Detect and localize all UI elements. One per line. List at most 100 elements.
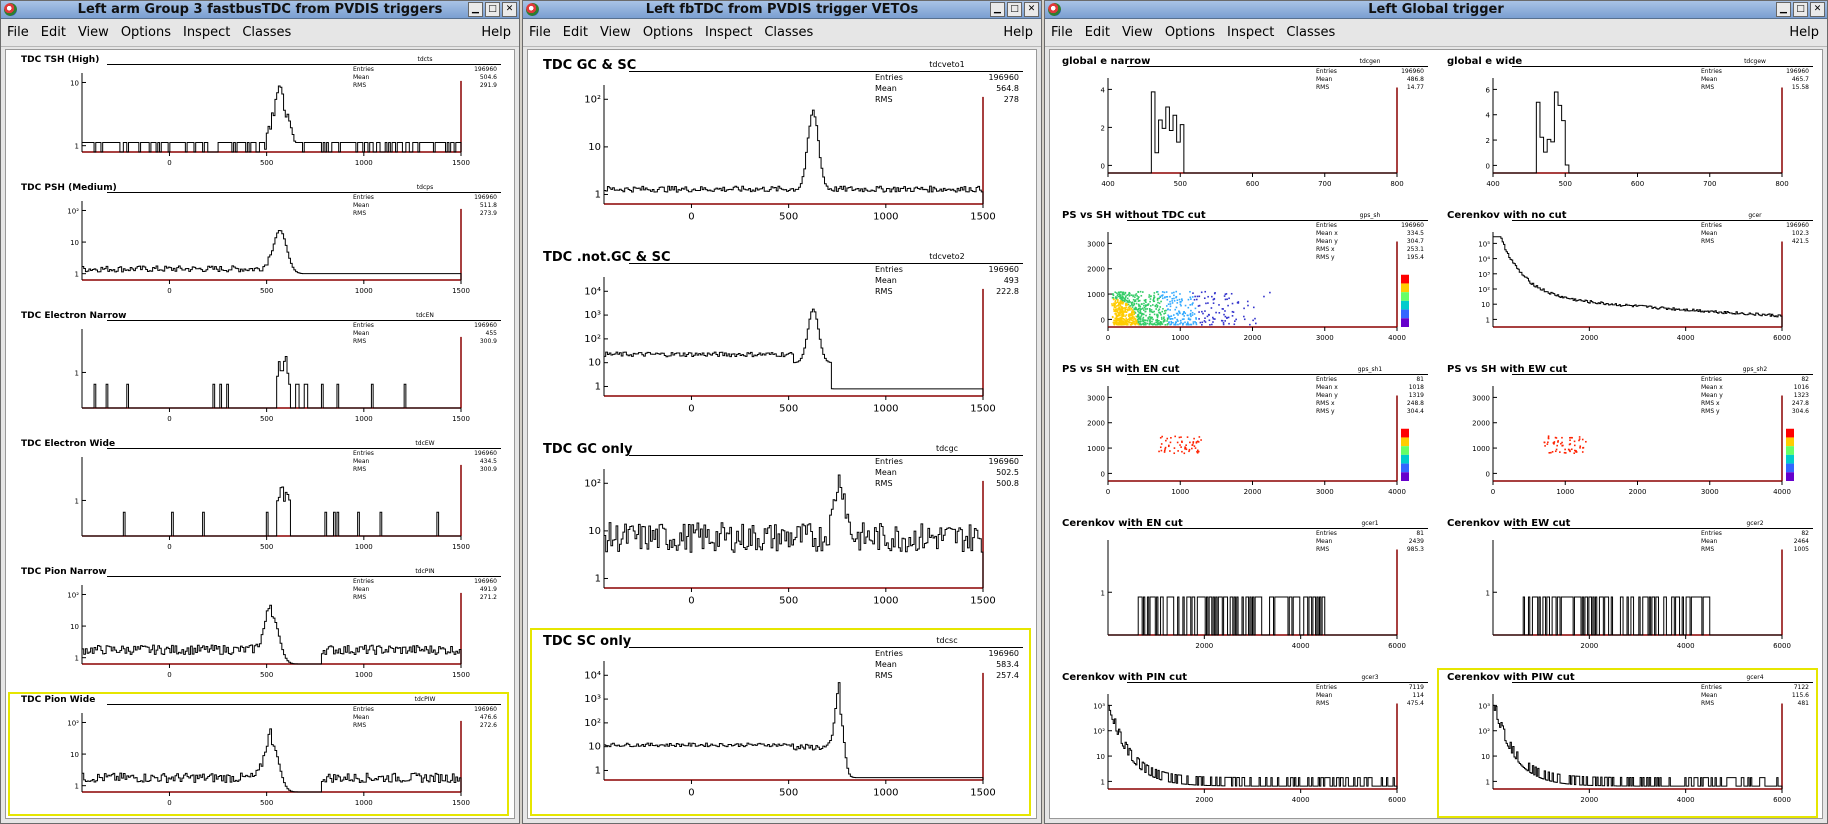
scatter-point bbox=[1157, 323, 1159, 325]
window-group3[interactable]: Left arm Group 3 fastbusTDC from PVDIS t… bbox=[0, 0, 520, 824]
scatter-point bbox=[1547, 441, 1549, 444]
histogram-pad[interactable]: Cerenkov with no cut gcer Entries 196960 Mea… bbox=[1435, 204, 1820, 358]
plot-svg: 2000 4000 6000 10⁵ 10⁴ 10³ 10² 10 1 bbox=[1478, 232, 1791, 342]
menu-edit[interactable]: Edit bbox=[1085, 25, 1110, 40]
histogram-pad[interactable]: PS vs SH with EN cut gps_sh1 Entries 81 Mean… bbox=[1050, 358, 1435, 512]
menu-edit[interactable]: Edit bbox=[41, 25, 66, 40]
histogram-pad[interactable]: TDC PSH (Medium) tdcps Entries 196960 Mean 51… bbox=[6, 178, 511, 306]
y-tick-label: 1 bbox=[75, 497, 79, 505]
scatter-point bbox=[1189, 304, 1192, 306]
window-global-trigger[interactable]: Left Global trigger ▁ □ ✕ File Edit View O… bbox=[1044, 0, 1828, 824]
scatter-point bbox=[1211, 323, 1213, 326]
menu-options[interactable]: Options bbox=[121, 25, 171, 40]
scatter-point bbox=[1129, 309, 1131, 311]
scatter-point bbox=[1128, 313, 1131, 315]
scatter-point bbox=[1132, 320, 1135, 323]
histogram-pad[interactable]: Cerenkov with PIW cut gcer4 Entries 7122 Mea… bbox=[1435, 666, 1820, 818]
histogram-pad[interactable]: TDC Pion Wide tdcPIW Entries 196960 Mean 476.… bbox=[6, 690, 511, 818]
menu-options[interactable]: Options bbox=[643, 25, 693, 40]
scatter-point bbox=[1130, 313, 1133, 316]
menu-edit[interactable]: Edit bbox=[563, 25, 588, 40]
window-titlebar[interactable]: Left Global trigger ▁ □ ✕ bbox=[1045, 1, 1827, 19]
scatter-point bbox=[1112, 316, 1114, 319]
histogram-pad[interactable]: TDC GC only tdcgc Entries 196960 Mean 502.5 RM… bbox=[528, 434, 1033, 626]
scatter-point bbox=[1122, 296, 1125, 299]
scatter-point bbox=[1138, 312, 1140, 314]
minimize-button[interactable]: ▁ bbox=[1776, 2, 1791, 17]
y-tick-label: 1 bbox=[1101, 589, 1105, 597]
menu-inspect[interactable]: Inspect bbox=[183, 25, 230, 40]
window-vetos[interactable]: Left fbTDC from PVDIS trigger VETOs ▁ □ ✕ … bbox=[522, 0, 1042, 824]
maximize-button[interactable]: □ bbox=[485, 2, 500, 17]
menu-classes[interactable]: Classes bbox=[764, 25, 813, 40]
plot-svg: 2000 4000 6000 1 bbox=[1486, 540, 1791, 650]
menu-view[interactable]: View bbox=[600, 25, 631, 40]
minimize-button[interactable]: ▁ bbox=[990, 2, 1005, 17]
histogram-pad[interactable]: global e wide tdcgew Entries 196960 Mean 465.… bbox=[1435, 50, 1820, 204]
scatter-point bbox=[1116, 315, 1119, 318]
maximize-button[interactable]: □ bbox=[1007, 2, 1022, 17]
scatter-point bbox=[1575, 450, 1577, 452]
histogram-pad[interactable]: Cerenkov with EN cut gcer1 Entries 81 Mean 24… bbox=[1050, 512, 1435, 666]
scatter-point bbox=[1179, 323, 1181, 325]
menu-inspect[interactable]: Inspect bbox=[705, 25, 752, 40]
minimize-button[interactable]: ▁ bbox=[468, 2, 483, 17]
menu-file[interactable]: File bbox=[529, 25, 551, 40]
menu-view[interactable]: View bbox=[1122, 25, 1153, 40]
canvas[interactable]: TDC TSH (High) tdcts Entries 196960 Mean 504.… bbox=[5, 49, 515, 819]
canvas[interactable]: TDC GC & SC tdcveto1 Entries 196960 Mean 564.… bbox=[527, 49, 1037, 819]
histogram-pad[interactable]: TDC GC & SC tdcveto1 Entries 196960 Mean 564.… bbox=[528, 50, 1033, 242]
histogram-pad[interactable]: TDC SC only tdcsc Entries 196960 Mean 583.4 RM… bbox=[528, 626, 1033, 818]
scatter-point bbox=[1226, 317, 1228, 319]
scatter-point bbox=[1581, 438, 1584, 441]
x-tick-label: 0 bbox=[167, 799, 171, 807]
scatter-point bbox=[1189, 313, 1192, 316]
scatter-point bbox=[1150, 316, 1152, 318]
scatter-point bbox=[1175, 290, 1178, 293]
scatter-point bbox=[1146, 308, 1149, 310]
menu-options[interactable]: Options bbox=[1165, 25, 1215, 40]
menu-file[interactable]: File bbox=[7, 25, 29, 40]
scatter-point bbox=[1144, 310, 1147, 313]
scatter-point bbox=[1192, 441, 1195, 443]
close-button[interactable]: ✕ bbox=[502, 2, 517, 17]
menu-help[interactable]: Help bbox=[1003, 25, 1033, 40]
menu-classes[interactable]: Classes bbox=[242, 25, 291, 40]
menu-file[interactable]: File bbox=[1051, 25, 1073, 40]
window-titlebar[interactable]: Left arm Group 3 fastbusTDC from PVDIS t… bbox=[1, 1, 519, 19]
menu-help[interactable]: Help bbox=[481, 25, 511, 40]
scatter-point bbox=[1117, 293, 1119, 295]
histogram-pad[interactable]: PS vs SH with EW cut gps_sh2 Entries 82 Mean… bbox=[1435, 358, 1820, 512]
histogram-pad[interactable]: Cerenkov with EW cut gcer2 Entries 82 Mean 24… bbox=[1435, 512, 1820, 666]
close-button[interactable]: ✕ bbox=[1024, 2, 1039, 17]
menu-classes[interactable]: Classes bbox=[1286, 25, 1335, 40]
palette-bin bbox=[1401, 463, 1409, 473]
scatter-point bbox=[1198, 304, 1201, 307]
maximize-button[interactable]: □ bbox=[1793, 2, 1808, 17]
scatter-point bbox=[1196, 295, 1199, 298]
menu-view[interactable]: View bbox=[78, 25, 109, 40]
scatter-point bbox=[1246, 300, 1249, 303]
histogram-pad[interactable]: TDC Pion Narrow tdcPIN Entries 196960 Mean 49… bbox=[6, 562, 511, 690]
scatter-point bbox=[1212, 316, 1214, 319]
scatter-point bbox=[1114, 310, 1117, 313]
scatter-point bbox=[1138, 305, 1140, 307]
x-tick-label: 6000 bbox=[1773, 796, 1791, 804]
menu-help[interactable]: Help bbox=[1789, 25, 1819, 40]
histogram-pad[interactable]: TDC TSH (High) tdcts Entries 196960 Mean 504.… bbox=[6, 50, 511, 178]
window-titlebar[interactable]: Left fbTDC from PVDIS trigger VETOs ▁ □ ✕ bbox=[523, 1, 1041, 19]
histogram-pad[interactable]: Cerenkov with PIN cut gcer3 Entries 7119 Mea… bbox=[1050, 666, 1435, 818]
y-tick-label: 10⁴ bbox=[584, 670, 601, 681]
histogram-pad[interactable]: TDC .not.GC & SC tdcveto2 Entries 196960 Mea… bbox=[528, 242, 1033, 434]
histogram-line bbox=[1108, 596, 1397, 636]
histogram-line bbox=[82, 355, 461, 409]
histogram-pad[interactable]: global e narrow tdcgen Entries 196960 Mean 48… bbox=[1050, 50, 1435, 204]
histogram-pad[interactable]: PS vs SH without TDC cut gps_sh Entries 196… bbox=[1050, 204, 1435, 358]
close-button[interactable]: ✕ bbox=[1810, 2, 1825, 17]
histogram-pad[interactable]: TDC Electron Wide tdcEW Entries 196960 Mean 4… bbox=[6, 434, 511, 562]
menu-inspect[interactable]: Inspect bbox=[1227, 25, 1274, 40]
scatter-point bbox=[1144, 319, 1147, 322]
scatter-point bbox=[1189, 290, 1191, 293]
canvas[interactable]: global e narrow tdcgen Entries 196960 Mean 48… bbox=[1049, 49, 1823, 819]
histogram-pad[interactable]: TDC Electron Narrow tdcEN Entries 196960 Mea… bbox=[6, 306, 511, 434]
